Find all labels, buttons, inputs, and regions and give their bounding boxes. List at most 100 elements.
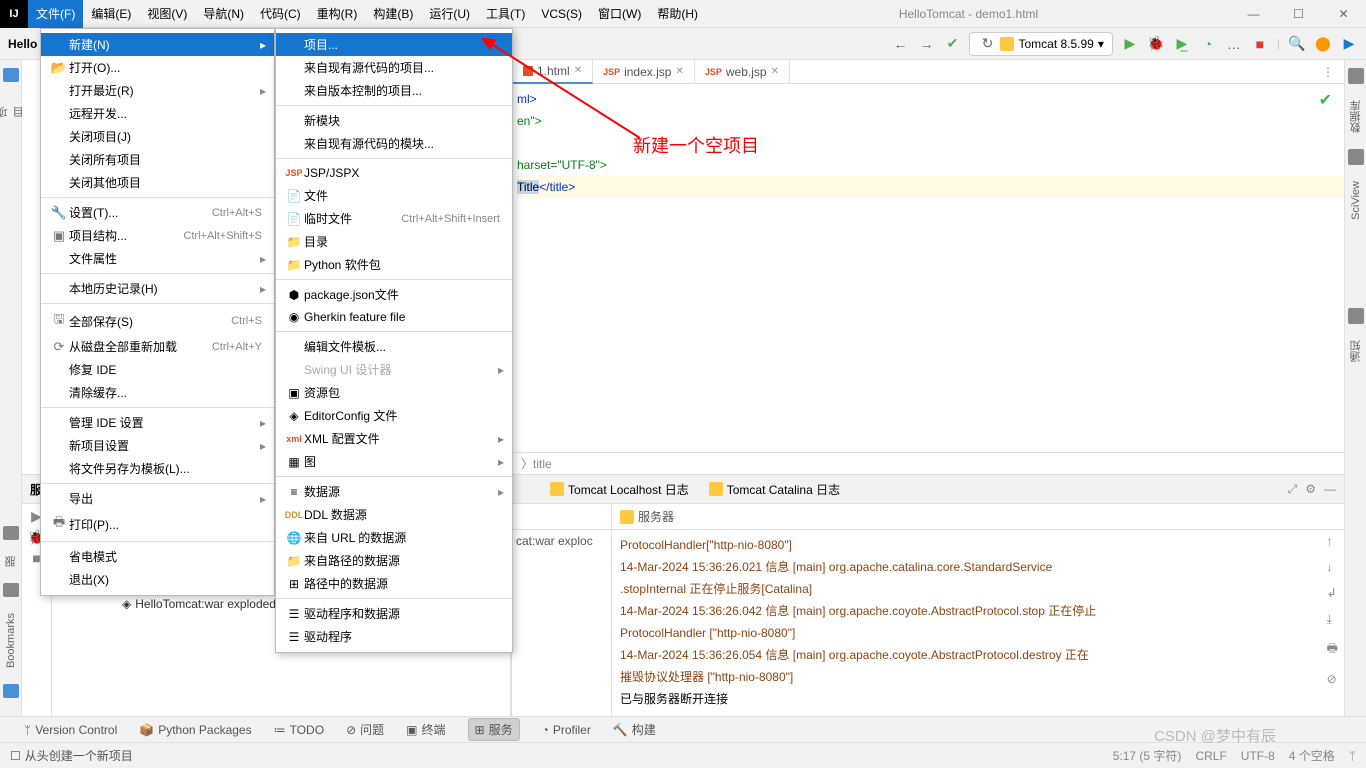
scroll-bottom-icon[interactable]: ↓	[1327, 560, 1338, 574]
menu-视图[interactable]: 视图(V)	[139, 0, 195, 28]
file-menu-item[interactable]: ⟳从磁盘全部重新加载Ctrl+Alt+Y	[41, 335, 274, 358]
file-menu-item[interactable]: 本地历史记录(H)▸	[41, 277, 274, 300]
file-menu-item[interactable]: ▣项目结构...Ctrl+Alt+Shift+S	[41, 224, 274, 247]
forward-icon[interactable]: →	[917, 35, 935, 53]
tool-tab-Profiler[interactable]: ◔Profiler	[542, 723, 591, 737]
menu-VCS[interactable]: VCS(S)	[533, 0, 590, 28]
menu-窗口[interactable]: 窗口(W)	[590, 0, 649, 28]
new-menu-item[interactable]: 来自现有源代码的模块...	[276, 132, 512, 155]
profile-icon[interactable]: ◔	[1199, 35, 1217, 53]
new-menu-item[interactable]: 📄临时文件Ctrl+Alt+Shift+Insert	[276, 207, 512, 230]
notifications-tool-icon[interactable]	[1348, 308, 1364, 324]
file-menu-item[interactable]: 关闭其他项目	[41, 171, 274, 194]
scroll-end-icon[interactable]: ⤓	[1327, 612, 1338, 627]
file-menu-item[interactable]: 🔧设置(T)...Ctrl+Alt+S	[41, 201, 274, 224]
back-icon[interactable]: ←	[891, 35, 909, 53]
file-menu-item[interactable]: 修复 IDE	[41, 358, 274, 381]
new-menu-item[interactable]: xmlXML 配置文件▸	[276, 427, 512, 450]
file-menu-item[interactable]: 文件属性▸	[41, 247, 274, 270]
new-menu-item[interactable]: 📁Python 软件包	[276, 253, 512, 276]
new-menu-item[interactable]: ◈EditorConfig 文件	[276, 404, 512, 427]
status-item[interactable]: CRLF	[1195, 749, 1226, 763]
menu-代码[interactable]: 代码(C)	[252, 0, 309, 28]
file-menu-item[interactable]: 📂打开(O)...	[41, 56, 274, 79]
new-menu-item[interactable]: 📄文件	[276, 184, 512, 207]
log-tab-server[interactable]: 服务器	[620, 508, 674, 525]
file-menu-item[interactable]: 清除缓存...	[41, 381, 274, 404]
tool-tab-服务[interactable]: ⊞服务	[468, 718, 520, 741]
new-menu-item[interactable]: ⊞路径中的数据源	[276, 572, 512, 595]
ai-icon[interactable]: ⬤	[1314, 35, 1332, 53]
menu-工具[interactable]: 工具(T)	[478, 0, 533, 28]
bookmarks-tool-label[interactable]: Bookmarks	[5, 609, 17, 672]
maximize-button[interactable]: ☐	[1276, 0, 1321, 28]
new-menu-item[interactable]: 📁来自路径的数据源	[276, 549, 512, 572]
file-menu-item[interactable]: 新建(N)▸	[41, 33, 274, 56]
pass-icon[interactable]: ✔	[943, 35, 961, 53]
search-icon[interactable]: 🔍	[1288, 35, 1306, 53]
minimize-button[interactable]: —	[1231, 0, 1276, 28]
new-menu-item[interactable]: 🌐来自 URL 的数据源	[276, 526, 512, 549]
editor-tab[interactable]: JSP index.jsp ✕	[593, 60, 695, 84]
new-menu-item[interactable]: 项目...	[276, 33, 512, 56]
tool-tab-构建[interactable]: 🔨构建	[613, 721, 656, 738]
new-menu-item[interactable]: ▦图▸	[276, 450, 512, 473]
new-menu-item[interactable]: ▣资源包	[276, 381, 512, 404]
tool-tab-Python Packages[interactable]: 📦Python Packages	[139, 723, 251, 737]
project-tool-label[interactable]: 项目	[0, 94, 27, 122]
new-menu-item[interactable]: 来自版本控制的项目...	[276, 79, 512, 102]
coverage-icon[interactable]: ▶̲	[1173, 35, 1191, 53]
status-item[interactable]: 4 个空格	[1289, 747, 1335, 764]
editor-breadcrumb[interactable]: 〉title	[513, 452, 1344, 474]
new-menu-item[interactable]: 编辑文件模板...	[276, 335, 512, 358]
file-menu-item[interactable]: 打开最近(R)▸	[41, 79, 274, 102]
editor-tab[interactable]: 1.html ✕	[513, 60, 593, 84]
expand-icon[interactable]: ⤢	[1288, 482, 1298, 497]
debug-icon[interactable]: 🐞	[1147, 35, 1165, 53]
tabs-more-icon[interactable]: ⋮	[1312, 65, 1344, 79]
new-menu-item[interactable]: JSPJSP/JSPX	[276, 162, 512, 184]
tool-tab-Version Control[interactable]: ᛘVersion Control	[24, 723, 117, 737]
inspection-ok-icon[interactable]: ✔	[1319, 90, 1332, 110]
run-config-selector[interactable]: ↻ Tomcat 8.5.99 ▾	[969, 32, 1112, 56]
run-icon[interactable]: ▶	[1121, 35, 1139, 53]
file-menu-item[interactable]: 新项目设置▸	[41, 434, 274, 457]
sciview-tool-label[interactable]: SciView	[1350, 177, 1362, 224]
new-menu-item[interactable]: ⬢package.json文件	[276, 283, 512, 306]
file-menu-item[interactable]: 关闭所有项目	[41, 148, 274, 171]
log-tab-catalina[interactable]: Tomcat Catalina 日志	[701, 477, 848, 502]
log-output[interactable]: ProtocolHandler["http-nio-8080"]14-Mar-2…	[612, 530, 1344, 714]
new-menu-item[interactable]: ≡数据源▸	[276, 480, 512, 503]
gear-icon[interactable]: ⚙	[1305, 482, 1316, 497]
services-tool-icon[interactable]	[3, 526, 19, 540]
status-item[interactable]: ᛘ	[1349, 749, 1356, 763]
close-icon[interactable]: ✕	[574, 65, 582, 76]
menu-文件[interactable]: 文件(F)	[28, 0, 83, 28]
notifications-tool-label[interactable]: 通知	[1348, 336, 1364, 366]
file-menu-item[interactable]: 省电模式	[41, 545, 274, 568]
status-item[interactable]: UTF-8	[1241, 749, 1275, 763]
tool-tab-终端[interactable]: ▣终端	[406, 721, 445, 738]
clear-icon[interactable]: ⊘	[1327, 672, 1338, 686]
log-tab-localhost[interactable]: Tomcat Localhost 日志	[542, 477, 697, 502]
structure-tool-icon[interactable]	[3, 684, 19, 698]
menu-运行[interactable]: 运行(U)	[421, 0, 478, 28]
file-menu-item[interactable]: 将文件另存为模板(L)...	[41, 457, 274, 480]
new-menu-item[interactable]: 新模块	[276, 109, 512, 132]
file-menu-item[interactable]: 关闭项目(J)	[41, 125, 274, 148]
soft-wrap-icon[interactable]: ↲	[1327, 586, 1338, 600]
menu-帮助[interactable]: 帮助(H)	[649, 0, 706, 28]
tool-tab-TODO[interactable]: ≔TODO	[274, 723, 324, 737]
menu-构建[interactable]: 构建(B)	[365, 0, 421, 28]
new-menu-item[interactable]: 来自现有源代码的项目...	[276, 56, 512, 79]
hide-icon[interactable]: —	[1324, 482, 1336, 497]
menu-导航[interactable]: 导航(N)	[195, 0, 252, 28]
scroll-top-icon[interactable]: ↑	[1327, 534, 1338, 548]
status-item[interactable]: 5:17 (5 字符)	[1113, 747, 1182, 764]
database-tool-label[interactable]: 数据库	[1348, 96, 1364, 137]
close-icon[interactable]: ✕	[771, 66, 779, 77]
sciview-tool-icon[interactable]	[1348, 149, 1364, 165]
attach-icon[interactable]: …	[1225, 35, 1243, 53]
editor-tab[interactable]: JSP web.jsp ✕	[695, 60, 790, 84]
new-menu-item[interactable]: 📁目录	[276, 230, 512, 253]
